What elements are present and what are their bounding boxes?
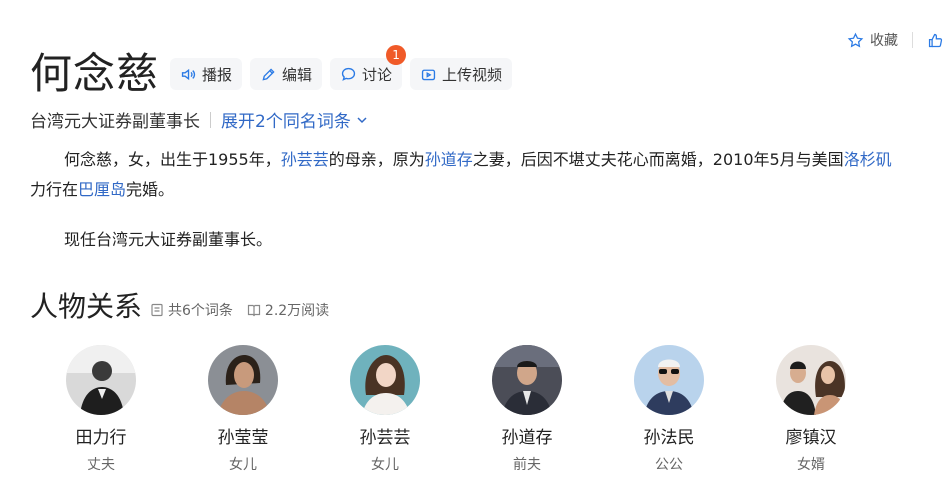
- discuss-badge: 1: [386, 45, 407, 65]
- list-icon: [151, 303, 163, 317]
- action-bar: 播报 编辑 讨论 1 上传视频: [170, 45, 513, 90]
- person-name: 孙莹莹: [217, 428, 269, 448]
- person-relation: 女婿: [797, 457, 825, 473]
- person-card[interactable]: 田力行 丈夫: [30, 345, 172, 474]
- intro-text: 力行在: [30, 180, 79, 199]
- person-relation: 前夫: [513, 457, 541, 473]
- intro-paragraph: 何念慈，女，出生于1955年，孙芸芸的母亲，原为孙道存之妻，后因不堪丈夫花心而离…: [30, 145, 944, 175]
- person-card[interactable]: 孙道存 前夫: [456, 345, 598, 474]
- avatar: [492, 345, 562, 415]
- relations-title: 人物关系: [30, 290, 143, 323]
- entries-count: 共6个词条: [150, 300, 233, 320]
- person-name: 廖镇汉: [785, 428, 837, 448]
- person-card[interactable]: 孙莹莹 女儿: [172, 345, 314, 474]
- person-name: 孙芸芸: [359, 428, 411, 448]
- upload-video-button[interactable]: 上传视频: [410, 58, 513, 90]
- relations-meta: 共6个词条 2.2万阅读: [150, 300, 329, 320]
- divider: [912, 32, 913, 48]
- star-icon[interactable]: [847, 32, 864, 49]
- divider: [210, 111, 211, 128]
- edit-button[interactable]: 编辑: [250, 58, 323, 90]
- edit-label: 编辑: [282, 65, 313, 84]
- person-card[interactable]: 廖镇汉 女婿: [740, 345, 882, 474]
- link-sun-yunyun[interactable]: 孙芸芸: [281, 150, 329, 169]
- upload-video-label: 上传视频: [442, 65, 503, 84]
- link-bali[interactable]: 巴厘岛: [78, 180, 126, 199]
- chat-icon: [341, 67, 356, 81]
- avatar: [634, 345, 704, 415]
- read-count: 2.2万阅读: [247, 300, 329, 320]
- person-name: 孙道存: [501, 428, 553, 448]
- person-relation: 丈夫: [87, 457, 115, 473]
- top-right-tools: 收藏: [847, 30, 944, 50]
- intro-text: 之妻，后因不堪丈夫花心而离婚，2010年5月与美国: [472, 150, 844, 169]
- broadcast-button[interactable]: 播报: [170, 58, 243, 90]
- avatar: [350, 345, 420, 415]
- read-count-label: 2.2万阅读: [264, 303, 330, 319]
- video-icon: [421, 69, 436, 80]
- intro-paragraph-cont: 力行在巴厘岛完婚。: [30, 175, 944, 205]
- intro-text: 完婚。: [126, 180, 175, 199]
- person-relation: 女儿: [229, 457, 257, 473]
- expand-label: 展开2个同名词条: [221, 112, 351, 132]
- person-name: 田力行: [75, 428, 127, 448]
- person-card[interactable]: 孙法民 公公: [598, 345, 740, 474]
- broadcast-label: 播报: [202, 65, 233, 84]
- avatar: [66, 345, 136, 415]
- subtitle-desc: 台湾元大证券副董事长: [30, 112, 200, 132]
- intro-text: 何念慈，女，出生于1955年，: [64, 150, 281, 169]
- intro-text: 的母亲，原为: [328, 150, 425, 169]
- page-title: 何念慈: [30, 49, 160, 98]
- person-relation: 公公: [655, 457, 683, 473]
- expand-homonyms-link[interactable]: 展开2个同名词条: [221, 107, 369, 132]
- speaker-icon: [181, 68, 196, 80]
- subtitle-row: 台湾元大证券副董事长 展开2个同名词条: [30, 107, 369, 132]
- avatar: [208, 345, 278, 415]
- person-name: 孙法民: [643, 428, 695, 448]
- book-icon: [247, 304, 261, 317]
- entries-count-label: 共6个词条: [168, 303, 233, 319]
- chevron-down-icon: [357, 116, 367, 123]
- discuss-button[interactable]: 讨论 1: [330, 45, 407, 90]
- person-relation: 女儿: [371, 457, 399, 473]
- link-sun-daocun[interactable]: 孙道存: [425, 150, 473, 169]
- link-los-angeles[interactable]: 洛杉矶: [844, 150, 892, 169]
- discuss-label: 讨论: [362, 65, 393, 84]
- pencil-icon: [262, 67, 275, 81]
- relations-list: 田力行 丈夫 孙莹莹 女儿 孙芸芸 女儿 孙道存 前夫 孙法民 公公 廖镇汉 女…: [60, 345, 882, 474]
- collect-label[interactable]: 收藏: [870, 30, 898, 50]
- thumbs-up-icon[interactable]: [927, 32, 944, 49]
- avatar: [776, 345, 846, 415]
- current-position-paragraph: 现任台湾元大证券副董事长。: [64, 230, 273, 249]
- person-card[interactable]: 孙芸芸 女儿: [314, 345, 456, 474]
